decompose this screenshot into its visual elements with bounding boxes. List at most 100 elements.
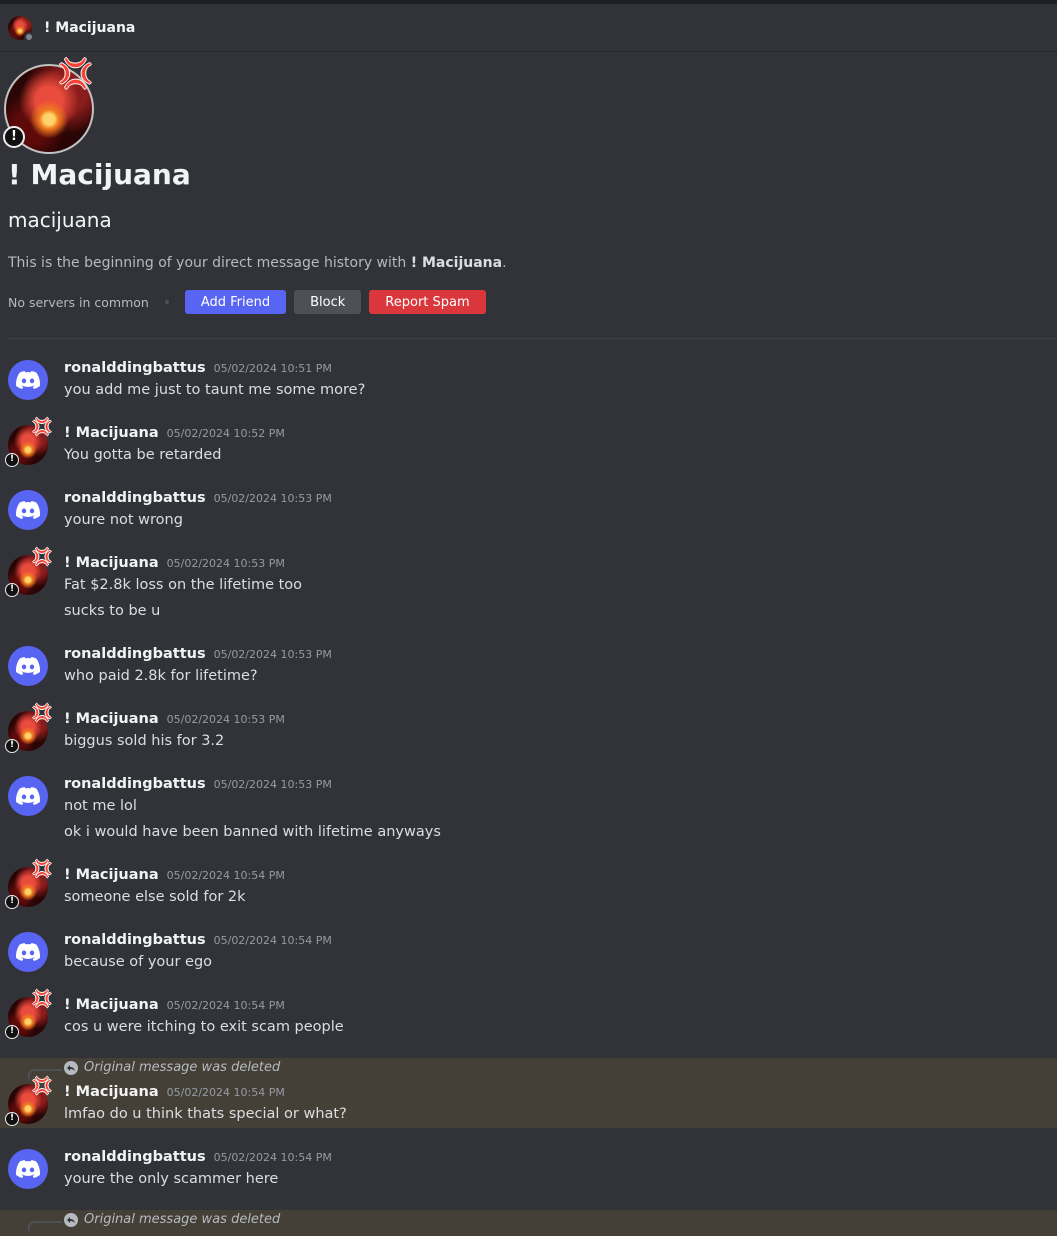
discord-avatar-icon[interactable]: [8, 1149, 48, 1189]
message-header: ronalddingbattus 05/02/2024 10:54 PM: [64, 1149, 332, 1165]
reply-spine: [28, 1221, 62, 1231]
timestamp[interactable]: 05/02/2024 10:54 PM: [214, 1151, 332, 1164]
timestamp[interactable]: 05/02/2024 10:53 PM: [214, 778, 332, 791]
timestamp[interactable]: 05/02/2024 10:54 PM: [167, 1086, 285, 1099]
profile-badge-icon: !: [3, 126, 25, 148]
author-name[interactable]: ! Macijuana: [64, 711, 159, 727]
dm-beginning-text: This is the beginning of your direct mes…: [8, 255, 507, 271]
anger-decoration-icon: 💢: [32, 1076, 52, 1095]
reply-context[interactable]: Original message was deleted: [64, 1212, 280, 1227]
discord-avatar-icon[interactable]: [8, 932, 48, 972]
reply-context[interactable]: Original message was deleted: [64, 1060, 280, 1075]
message-header: ronalddingbattus 05/02/2024 10:54 PM: [64, 932, 332, 948]
reply-icon: [64, 1060, 78, 1075]
message-text: youre the only scammer here: [64, 1171, 279, 1187]
message-text: ok i would have been banned with lifetim…: [64, 824, 441, 840]
beginning-suffix: .: [502, 255, 507, 271]
macijuana-avatar[interactable]: ! 💢: [5, 991, 52, 1039]
intro-divider: [8, 338, 1057, 339]
message-text: cos u were itching to exit scam people: [64, 1019, 344, 1035]
message-text: You gotta be retarded: [64, 447, 222, 463]
header-avatar[interactable]: [8, 15, 34, 42]
timestamp[interactable]: 05/02/2024 10:53 PM: [167, 713, 285, 726]
header-title[interactable]: ! Macijuana: [44, 20, 135, 36]
user-badge-icon: !: [5, 1025, 19, 1039]
author-name[interactable]: ronalddingbattus: [64, 646, 206, 662]
timestamp[interactable]: 05/02/2024 10:51 PM: [214, 362, 332, 375]
profile-username: macijuana: [8, 208, 112, 232]
message-text: not me lol: [64, 798, 137, 814]
timestamp[interactable]: 05/02/2024 10:53 PM: [167, 557, 285, 570]
discord-avatar-icon[interactable]: [8, 646, 48, 686]
message-text: someone else sold for 2k: [64, 889, 246, 905]
message-header: ronalddingbattus 05/02/2024 10:53 PM: [64, 490, 332, 506]
message-header: ! Macijuana 05/02/2024 10:54 PM: [64, 867, 285, 883]
message-header: ronalddingbattus 05/02/2024 10:53 PM: [64, 646, 332, 662]
message-text: who paid 2.8k for lifetime?: [64, 668, 258, 684]
discord-avatar-icon[interactable]: [8, 490, 48, 530]
user-badge-icon: !: [5, 895, 19, 909]
anger-decoration-icon: 💢: [32, 417, 52, 436]
author-name[interactable]: ronalddingbattus: [64, 360, 206, 376]
message-header: ! Macijuana 05/02/2024 10:52 PM: [64, 425, 285, 441]
block-button[interactable]: Block: [294, 290, 362, 314]
macijuana-avatar[interactable]: ! 💢: [5, 549, 52, 597]
discord-avatar-icon[interactable]: [8, 360, 48, 400]
anger-decoration-icon: 💢: [32, 859, 52, 878]
author-name[interactable]: ronalddingbattus: [64, 1149, 206, 1165]
author-name[interactable]: ! Macijuana: [64, 997, 159, 1013]
timestamp[interactable]: 05/02/2024 10:52 PM: [167, 427, 285, 440]
message-text: because of your ego: [64, 954, 213, 970]
message-text: Fat $2.8k loss on the lifetime too: [64, 577, 303, 593]
no-servers-in-common[interactable]: No servers in common: [8, 295, 149, 310]
reply-deleted-text: Original message was deleted: [84, 1060, 281, 1075]
author-name[interactable]: ronalddingbattus: [64, 776, 206, 792]
message-text: biggus sold his for 3.2: [64, 733, 225, 749]
message-header: ! Macijuana 05/02/2024 10:53 PM: [64, 555, 285, 571]
macijuana-avatar[interactable]: ! 💢: [5, 861, 52, 909]
message-text: sucks to be u: [64, 603, 161, 619]
profile-actions: No servers in common Add Friend Block Re…: [8, 290, 494, 314]
timestamp[interactable]: 05/02/2024 10:54 PM: [167, 999, 285, 1012]
message-header: ! Macijuana 05/02/2024 10:54 PM: [64, 997, 285, 1013]
user-badge-icon: !: [5, 739, 19, 753]
message-text: lmfao do u think thats special or what?: [64, 1106, 347, 1122]
reply-deleted-text: Original message was deleted: [84, 1212, 281, 1227]
message-header: ! Macijuana 05/02/2024 10:53 PM: [64, 711, 285, 727]
dm-header: ! Macijuana: [0, 4, 1057, 52]
user-badge-icon: !: [5, 1112, 19, 1126]
author-name[interactable]: ! Macijuana: [64, 425, 159, 441]
timestamp[interactable]: 05/02/2024 10:53 PM: [214, 648, 332, 661]
user-badge-icon: !: [5, 453, 19, 467]
report-spam-button[interactable]: Report Spam: [369, 290, 486, 314]
author-name[interactable]: ronalddingbattus: [64, 490, 206, 506]
user-badge-icon: !: [5, 583, 19, 597]
message-header: ronalddingbattus 05/02/2024 10:53 PM: [64, 776, 332, 792]
timestamp[interactable]: 05/02/2024 10:53 PM: [214, 492, 332, 505]
author-name[interactable]: ronalddingbattus: [64, 932, 206, 948]
beginning-prefix: This is the beginning of your direct mes…: [8, 255, 411, 271]
add-friend-button[interactable]: Add Friend: [184, 290, 287, 314]
timestamp[interactable]: 05/02/2024 10:54 PM: [167, 869, 285, 882]
author-name[interactable]: ! Macijuana: [64, 1084, 159, 1100]
anger-decoration-icon: 💢: [32, 989, 52, 1008]
macijuana-avatar[interactable]: ! 💢: [5, 419, 52, 467]
profile-display-name: ! Macijuana: [8, 158, 191, 191]
separator-dot: [164, 300, 169, 304]
macijuana-avatar[interactable]: ! 💢: [5, 705, 52, 753]
message-text: youre not wrong: [64, 512, 183, 528]
reply-icon: [64, 1212, 78, 1227]
anger-decoration-icon: 💢: [32, 547, 52, 566]
message-text: you add me just to taunt me some more?: [64, 382, 366, 398]
beginning-name: ! Macijuana: [410, 255, 503, 271]
author-name[interactable]: ! Macijuana: [64, 555, 159, 571]
author-name[interactable]: ! Macijuana: [64, 867, 159, 883]
timestamp[interactable]: 05/02/2024 10:54 PM: [214, 934, 332, 947]
message-header: ! Macijuana 05/02/2024 10:54 PM: [64, 1084, 285, 1100]
offline-status-icon: [24, 31, 34, 42]
macijuana-avatar[interactable]: ! 💢: [5, 1078, 52, 1126]
anger-decoration-icon: 💢: [32, 703, 52, 722]
discord-avatar-icon[interactable]: [8, 776, 48, 816]
anger-decoration-icon: 💢: [58, 57, 93, 90]
message-header: ronalddingbattus 05/02/2024 10:51 PM: [64, 360, 332, 376]
